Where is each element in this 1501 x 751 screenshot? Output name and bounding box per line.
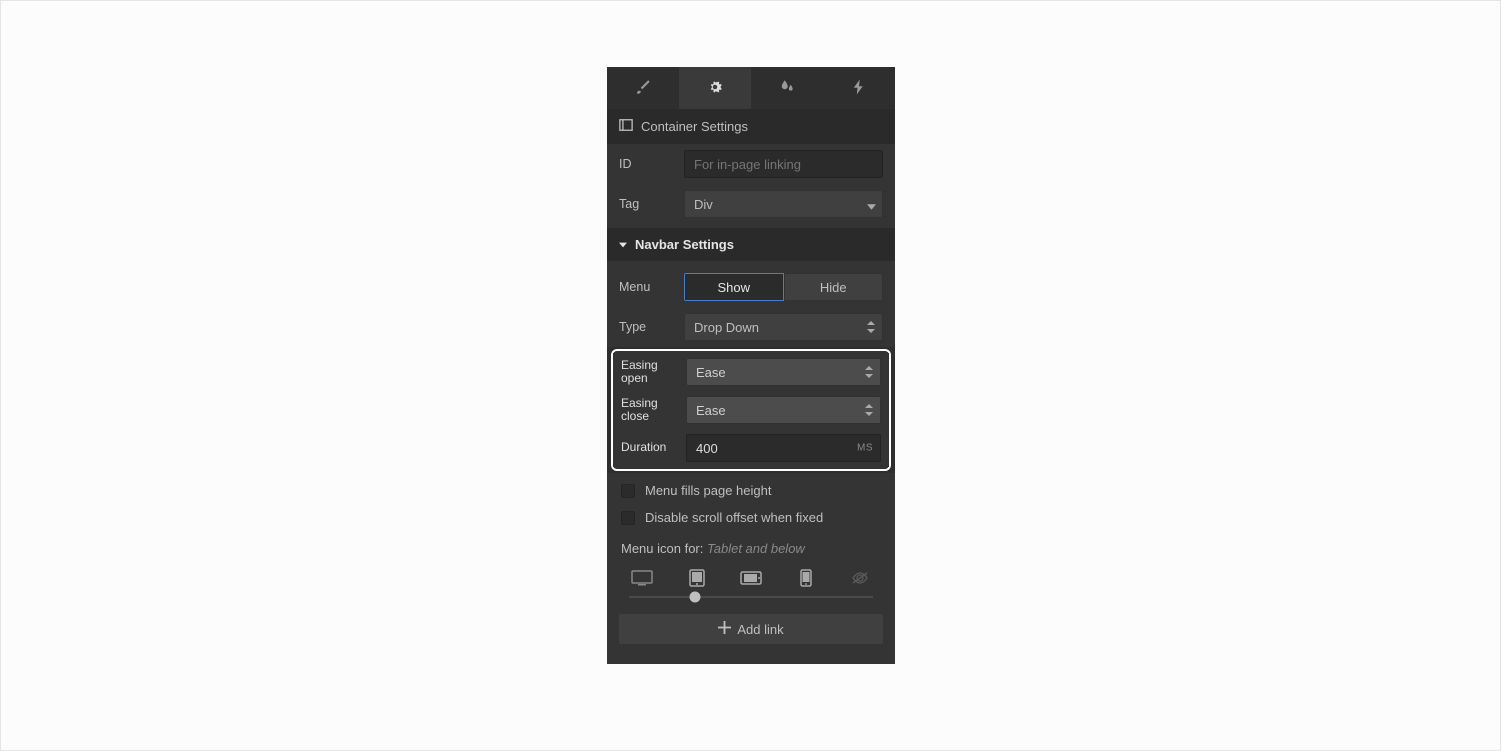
phone-portrait-icon	[800, 569, 812, 590]
container-icon	[619, 118, 633, 135]
add-link-label: Add link	[737, 622, 783, 637]
type-value: Drop Down	[694, 320, 759, 335]
disable-scroll-checkbox[interactable]	[621, 511, 635, 525]
tab-effects[interactable]	[751, 67, 823, 109]
menu-hide-option[interactable]: Hide	[784, 273, 884, 301]
panel-tabs	[607, 67, 895, 109]
disable-scroll-row: Disable scroll offset when fixed	[607, 504, 895, 531]
breakpoint-selector	[607, 560, 895, 592]
menu-row: Menu Show Hide	[607, 261, 895, 307]
brush-icon	[634, 78, 652, 99]
gear-icon	[706, 78, 724, 99]
easing-close-row: Easing close Ease	[613, 391, 889, 429]
tag-value: Div	[694, 197, 713, 212]
breakpoint-desktop[interactable]	[629, 568, 655, 590]
breakpoint-portrait[interactable]	[793, 568, 819, 590]
breakpoint-landscape[interactable]	[738, 568, 764, 590]
sort-icon	[867, 321, 875, 333]
menu-toggle: Show Hide	[684, 273, 883, 301]
id-label: ID	[619, 157, 674, 171]
menu-fills-row: Menu fills page height	[607, 473, 895, 504]
container-settings-header: Container Settings	[607, 109, 895, 144]
phone-landscape-icon	[740, 571, 762, 588]
duration-unit: MS	[857, 443, 873, 454]
menu-label: Menu	[619, 280, 674, 294]
easing-open-value: Ease	[696, 365, 726, 380]
easing-open-select[interactable]: Ease	[686, 358, 881, 386]
menu-show-option[interactable]: Show	[684, 273, 784, 301]
navbar-settings-title: Navbar Settings	[635, 237, 734, 252]
menu-fills-checkbox[interactable]	[621, 484, 635, 498]
menu-icon-for-row: Menu icon for: Tablet and below	[607, 531, 895, 560]
duration-row: Duration MS	[613, 429, 889, 467]
duration-input[interactable]	[686, 434, 881, 462]
duration-label: Duration	[621, 441, 676, 454]
breakpoint-tablet[interactable]	[684, 568, 710, 590]
type-select[interactable]: Drop Down	[684, 313, 883, 341]
easing-duration-group: Easing open Ease Easing close Ease	[611, 349, 891, 471]
navbar-settings-header[interactable]: Navbar Settings	[607, 228, 895, 261]
breakpoint-none[interactable]	[847, 568, 873, 590]
type-row: Type Drop Down	[607, 307, 895, 347]
id-row: ID	[607, 144, 895, 184]
slider-thumb[interactable]	[689, 592, 700, 603]
menu-icon-for-value: Tablet and below	[707, 541, 805, 556]
easing-open-row: Easing open Ease	[613, 353, 889, 391]
settings-panel: Container Settings ID Tag Div Navbar Set…	[607, 67, 895, 664]
menu-icon-for-label: Menu icon for:	[621, 541, 707, 556]
drops-icon	[778, 78, 796, 99]
easing-open-label: Easing open	[621, 359, 676, 385]
easing-close-value: Ease	[696, 403, 726, 418]
tab-style[interactable]	[607, 67, 679, 109]
tag-label: Tag	[619, 197, 674, 211]
disable-scroll-label: Disable scroll offset when fixed	[645, 510, 823, 525]
add-link-button[interactable]: Add link	[619, 614, 883, 644]
eye-off-icon	[851, 571, 869, 588]
tablet-icon	[689, 569, 705, 590]
plus-icon	[718, 621, 731, 637]
easing-close-label: Easing close	[621, 397, 676, 423]
id-input[interactable]	[684, 150, 883, 178]
easing-close-select[interactable]: Ease	[686, 396, 881, 424]
bolt-icon	[850, 78, 868, 99]
container-settings-title: Container Settings	[641, 119, 748, 134]
tab-settings[interactable]	[679, 67, 751, 109]
tag-select[interactable]: Div	[684, 190, 883, 218]
triangle-down-icon	[619, 237, 627, 252]
sort-icon	[865, 404, 873, 416]
sort-icon	[865, 366, 873, 378]
tag-row: Tag Div	[607, 184, 895, 228]
breakpoint-slider[interactable]	[607, 592, 895, 612]
type-label: Type	[619, 320, 674, 334]
desktop-icon	[631, 570, 653, 589]
menu-fills-label: Menu fills page height	[645, 483, 771, 498]
tab-interactions[interactable]	[823, 67, 895, 109]
chevron-down-icon	[867, 198, 875, 210]
